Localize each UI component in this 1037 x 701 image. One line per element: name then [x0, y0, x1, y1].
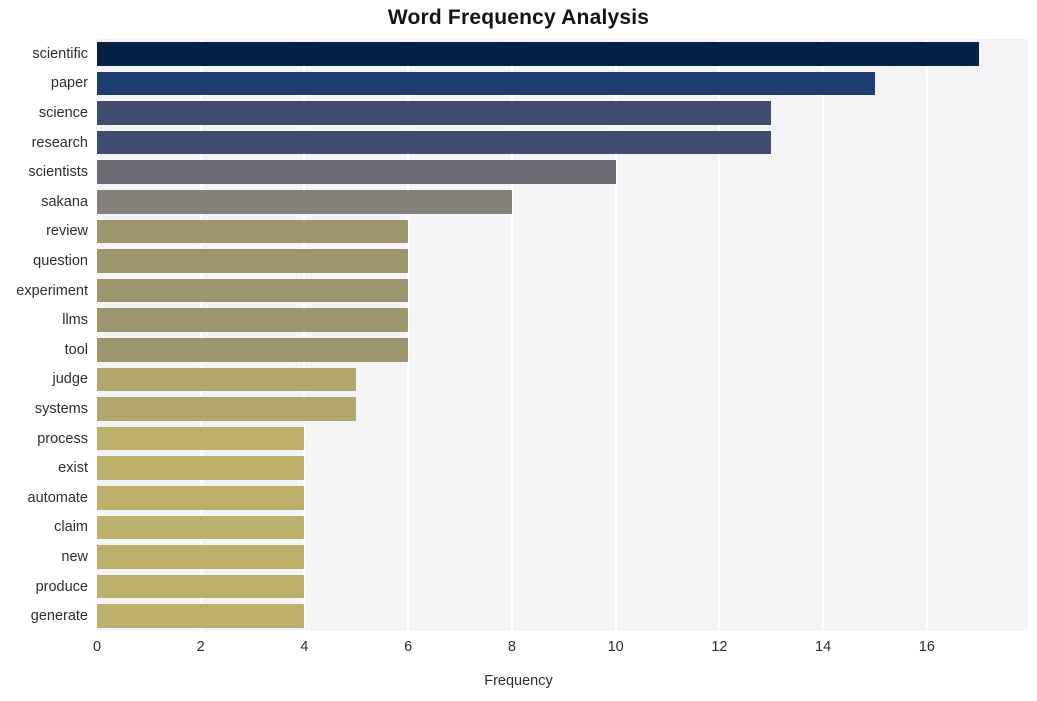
x-axis-tick-label: 12	[711, 639, 728, 655]
y-axis-tick-label: generate	[30, 608, 88, 625]
x-axis-tick-label: 10	[607, 639, 624, 655]
y-axis-tick-label: judge	[52, 371, 88, 388]
chart-title: Word Frequency Analysis	[387, 6, 650, 29]
y-axis-tick-label: sakana	[41, 193, 88, 210]
x-axis: Frequency 0 2 4 6 8 10 12 14 16	[0, 631, 1037, 701]
x-axis-label: Frequency	[484, 673, 553, 689]
y-axis-tick-label: scientists	[28, 164, 88, 181]
x-axis-tick-label: 2	[196, 639, 205, 655]
y-axis-tick-label: science	[38, 105, 88, 121]
y-axis-tick-label: automate	[27, 489, 88, 506]
y-axis-tick-label: scientific	[32, 45, 88, 62]
y-axis: scientific paper science research scientists…	[0, 39, 1037, 631]
x-axis-tick-label: 14	[815, 639, 832, 655]
y-axis-tick-label: claim	[54, 519, 88, 536]
y-axis-tick-label: new	[61, 549, 88, 565]
y-axis-tick-label: review	[46, 223, 88, 240]
x-axis-tick-label: 0	[92, 639, 102, 655]
x-axis-tick-label: 8	[507, 639, 516, 655]
y-axis-tick-label: research	[31, 134, 88, 151]
y-axis-tick-label: tool	[64, 341, 88, 358]
chart-figure: Word Frequency Analysis scientific paper s…	[0, 0, 1037, 701]
y-axis-tick-label: paper	[50, 75, 88, 92]
y-axis-tick-label: process	[37, 430, 88, 447]
y-axis-tick-label: experiment	[16, 282, 88, 299]
y-axis-tick-label: llms	[62, 312, 88, 329]
y-axis-tick-label: question	[33, 253, 88, 269]
x-axis-tick-label: 16	[918, 639, 935, 655]
y-axis-tick-label: produce	[35, 578, 88, 595]
x-axis-tick-label: 4	[300, 639, 309, 655]
x-axis-tick-label: 6	[404, 639, 413, 655]
y-axis-tick-label: exist	[58, 460, 88, 477]
y-axis-tick-label: systems	[34, 401, 88, 417]
